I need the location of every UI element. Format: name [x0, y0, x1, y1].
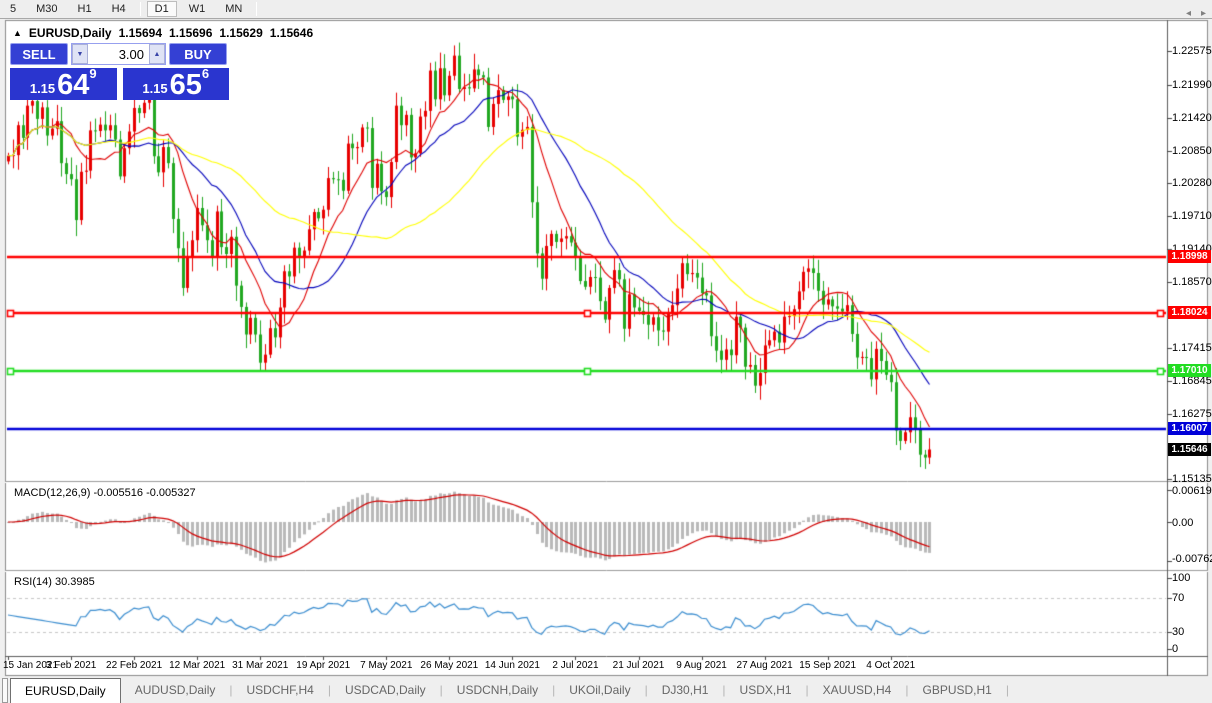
date-axis-label: 3 Feb 2021: [45, 660, 97, 671]
date-axis-label: 22 Feb 2021: [106, 660, 163, 671]
date-axis-label: 2 Jul 2021: [552, 660, 599, 671]
sell-price-display[interactable]: 1.15 64 9: [10, 66, 117, 101]
price-axis-label: 1.21420: [1172, 111, 1212, 124]
ohlc-high: 1.15696: [169, 26, 213, 40]
volume-input[interactable]: 3.00: [88, 44, 149, 64]
date-axis-label: 9 Aug 2021: [676, 660, 727, 671]
chart-canvas[interactable]: [0, 0, 1212, 703]
tab-usdx-h1[interactable]: USDX,H1: [726, 677, 806, 703]
price-axis-label: 1.16275: [1172, 407, 1212, 420]
rsi-axis-label: 0: [1172, 643, 1179, 655]
ohlc-open: 1.15694: [118, 26, 162, 40]
tab-gbpusd-h1[interactable]: GBPUSD,H1: [908, 677, 1005, 703]
tab-usdcnh-daily[interactable]: USDCNH,Daily: [443, 677, 552, 703]
date-axis-label: 14 Jun 2021: [484, 660, 540, 671]
price-axis-label: 1.20280: [1172, 177, 1212, 190]
tab-dj30-h1[interactable]: DJ30,H1: [648, 677, 723, 703]
buy-price-pips: 65: [169, 69, 202, 101]
tab-xauusd-h4[interactable]: XAUUSD,H4: [809, 677, 906, 703]
price-axis-label: 1.21990: [1172, 78, 1212, 91]
chart-info-line: ▲ EURUSD,Daily 1.15694 1.15696 1.15629 1…: [13, 26, 313, 40]
date-axis-label: 7 May 2021: [360, 660, 413, 671]
current-price-label: 1.15646: [1168, 442, 1211, 456]
price-axis-label: 1.17415: [1172, 342, 1212, 355]
price-axis-label: 1.15135: [1172, 473, 1212, 486]
date-axis-label: 12 Mar 2021: [169, 660, 226, 671]
rsi-indicator-label: RSI(14) 30.3985: [14, 576, 95, 588]
sell-price-point: 9: [89, 66, 97, 81]
date-axis-label: 21 Jul 2021: [612, 660, 665, 671]
buy-price-display[interactable]: 1.15 65 6: [122, 66, 229, 101]
date-axis-label: 31 Mar 2021: [232, 660, 289, 671]
sell-button[interactable]: SELL: [10, 43, 68, 65]
hline-price-label: 1.18024: [1168, 306, 1211, 319]
tab-scroll-right-icon[interactable]: ▸: [1201, 8, 1206, 19]
price-axis-label: 1.18570: [1172, 275, 1212, 288]
buy-price-point: 6: [201, 66, 210, 81]
macd-axis-label: -0.007621: [1172, 553, 1212, 565]
buy-price-prefix: 1.15: [142, 81, 168, 96]
sell-price-prefix: 1.15: [29, 81, 56, 96]
tab-audusd-daily[interactable]: AUDUSD,Daily: [121, 677, 230, 703]
macd-axis-label: 0.00: [1172, 517, 1194, 529]
date-axis-label: 27 Aug 2021: [736, 660, 793, 671]
volume-increase-button[interactable]: ▲: [149, 44, 165, 64]
macd-indicator-label: MACD(12,26,9) -0.005516 -0.005327: [14, 487, 196, 499]
tab-usdchf-h4[interactable]: USDCHF,H4: [233, 677, 328, 703]
date-axis-label: 26 May 2021: [420, 660, 479, 671]
buy-button[interactable]: BUY: [169, 43, 227, 65]
tab-eurusd-daily[interactable]: EURUSD,Daily: [10, 678, 121, 703]
price-axis-label: 1.20850: [1172, 144, 1212, 157]
date-axis-label: 15 Sep 2021: [799, 660, 856, 671]
tab-scroll-left-icon[interactable]: ◂: [1186, 8, 1191, 19]
date-axis-label: 19 Apr 2021: [296, 660, 351, 671]
ohlc-close: 1.15646: [269, 26, 314, 40]
hline-price-label: 1.18998: [1168, 250, 1211, 263]
rsi-axis-label: 70: [1172, 592, 1185, 604]
tab-ukoil-daily[interactable]: UKOil,Daily: [555, 677, 644, 703]
collapse-panel-icon[interactable]: ▲: [13, 28, 22, 38]
tab-separator: |: [1005, 683, 1009, 697]
date-axis-label: 4 Oct 2021: [866, 660, 916, 671]
volume-stepper: ▼ 3.00 ▲: [71, 43, 166, 65]
ohlc-low: 1.15629: [219, 26, 263, 40]
tab-stub: [2, 678, 8, 703]
rsi-axis-label: 100: [1172, 572, 1191, 584]
one-click-trading-panel: SELL ▼ 3.00 ▲ BUY 1.15 64 9 1.15 65 6: [10, 43, 229, 100]
mt4-terminal: 5M30H1H4D1W1MN ▲ EURUSD,Daily 1.15694 1.…: [0, 0, 1212, 703]
hline-price-label: 1.17010: [1168, 364, 1211, 378]
rsi-axis-label: 30: [1172, 626, 1185, 638]
price-axis-label: 1.19710: [1172, 210, 1212, 223]
tab-scroll-arrows: ◂ ▸: [1186, 8, 1206, 19]
hline-price-label: 1.16007: [1168, 421, 1211, 435]
macd-axis-label: 0.006193: [1172, 485, 1212, 498]
price-axis-label: 1.22575: [1172, 45, 1212, 58]
chart-symbol-label: EURUSD,Daily: [28, 26, 112, 40]
sell-price-pips: 64: [57, 69, 90, 101]
chart-tab-bar: EURUSD,Daily AUDUSD,Daily | USDCHF,H4 | USDCA…: [0, 677, 1212, 703]
volume-decrease-button[interactable]: ▼: [72, 44, 88, 64]
tab-usdcad-daily[interactable]: USDCAD,Daily: [331, 677, 440, 703]
